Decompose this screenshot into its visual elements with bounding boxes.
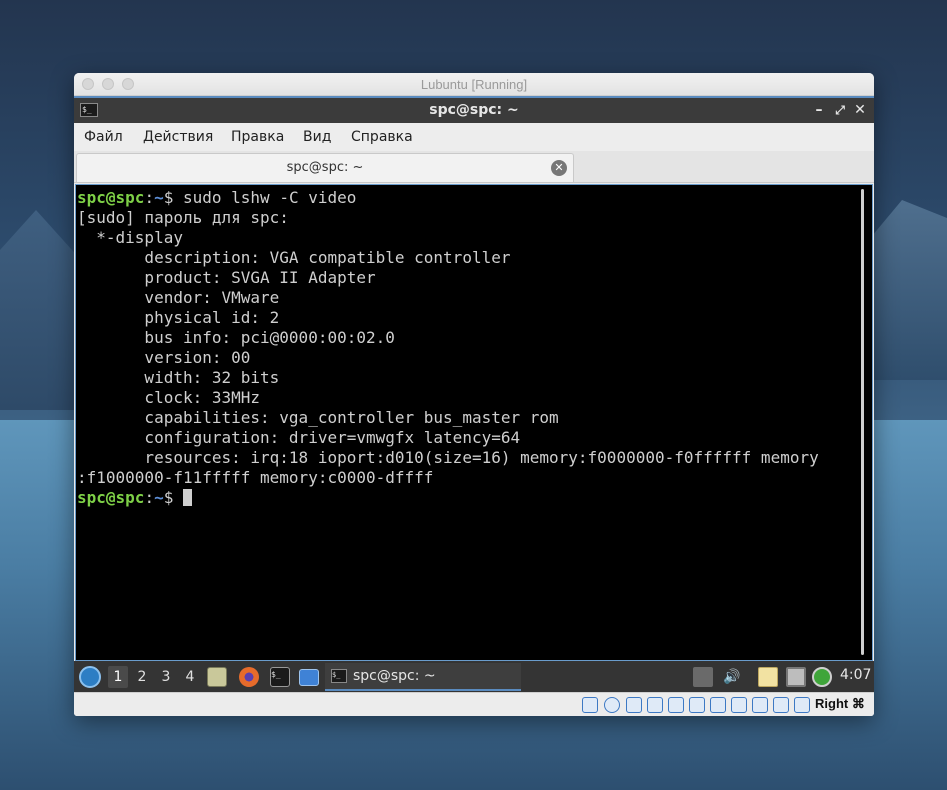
taskbar-panel: 1 2 3 4 $_ $_ spc@spc: ~ 🔊 4:07 (74, 661, 874, 693)
show-desktop-icon[interactable] (299, 669, 319, 686)
taskbar-item-label: spc@spc: ~ (353, 668, 436, 684)
lubuntu-start-icon[interactable] (79, 666, 101, 688)
output-line: clock: 33MHz (77, 388, 852, 408)
output-line: bus info: pci@0000:00:02.0 (77, 328, 852, 348)
file-manager-icon[interactable] (207, 667, 227, 687)
eject-icon[interactable] (693, 667, 713, 687)
keyboard-capture-icon[interactable] (794, 697, 810, 713)
menu-actions[interactable]: Действия (143, 129, 213, 145)
virtualbox-window: Lubuntu [Running] $_ spc@spc: ~ – ⤢ ✕ Фа… (74, 73, 874, 716)
terminal-launcher-icon[interactable]: $_ (270, 667, 290, 687)
terminal-title: spc@spc: ~ (74, 102, 874, 118)
prompt-dollar: $ (164, 488, 174, 507)
tab-bar: spc@spc: ~ ✕ (74, 151, 874, 183)
audio-icon[interactable] (626, 697, 642, 713)
menu-bar: Файл Действия Правка Вид Справка (74, 123, 874, 151)
command-text: sudo lshw -C video (173, 188, 356, 207)
output-line: vendor: VMware (77, 288, 852, 308)
usb-icon[interactable] (668, 697, 684, 713)
update-icon[interactable] (812, 667, 832, 687)
firefox-icon[interactable] (239, 667, 259, 687)
output-line: [sudo] пароль для spc: (77, 208, 852, 228)
host-key-label: Right ⌘ (815, 696, 865, 712)
terminal-window: $_ spc@spc: ~ – ⤢ ✕ Файл Действия Правка… (74, 96, 874, 661)
network-icon[interactable] (786, 667, 806, 687)
menu-help[interactable]: Справка (351, 129, 413, 145)
virtualbox-titlebar[interactable]: Lubuntu [Running] (74, 73, 874, 96)
virtualbox-title: Lubuntu [Running] (74, 77, 874, 92)
maximize-button[interactable]: ⤢ (831, 101, 849, 119)
prompt-path: ~ (154, 188, 164, 207)
command-line: spc@spc:~$ sudo lshw -C video (77, 188, 852, 208)
hard-disk-icon[interactable] (582, 697, 598, 713)
scrollbar-thumb[interactable] (861, 189, 864, 655)
cpu-icon[interactable] (752, 697, 768, 713)
text-cursor (183, 489, 192, 506)
display-icon[interactable] (710, 697, 726, 713)
recording-icon[interactable] (731, 697, 747, 713)
prompt-user: spc@spc (77, 488, 144, 507)
output-line: capabilities: vga_controller bus_master … (77, 408, 852, 428)
output-line: :f1000000-f11fffff memory:c0000-dffff (77, 468, 852, 488)
menu-edit[interactable]: Правка (231, 129, 284, 145)
taskbar-item-terminal[interactable]: $_ spc@spc: ~ (325, 663, 521, 691)
shared-folders-icon[interactable] (689, 697, 705, 713)
terminal-icon: $_ (331, 669, 347, 683)
close-button[interactable]: ✕ (851, 101, 869, 119)
prompt-separator: : (144, 188, 154, 207)
clock[interactable]: 4:07 (840, 667, 871, 683)
output-line: description: VGA compatible controller (77, 248, 852, 268)
virtualbox-status-bar: Right ⌘ (74, 692, 874, 716)
output-line: physical id: 2 (77, 308, 852, 328)
output-line: version: 00 (77, 348, 852, 368)
desktop-1-button[interactable]: 1 (108, 666, 128, 688)
menu-file[interactable]: Файл (84, 129, 123, 145)
output-line: width: 32 bits (77, 368, 852, 388)
output-line: resources: irq:18 ioport:d010(size=16) m… (77, 448, 852, 468)
tab-terminal[interactable]: spc@spc: ~ ✕ (76, 153, 574, 182)
network-adapter-icon[interactable] (647, 697, 663, 713)
tab-label: spc@spc: ~ (77, 160, 573, 175)
optical-drive-icon[interactable] (604, 697, 620, 713)
prompt-user: spc@spc (77, 188, 144, 207)
output-line: product: SVGA II Adapter (77, 268, 852, 288)
desktop-3-button[interactable]: 3 (156, 666, 176, 688)
clipboard-icon[interactable] (758, 667, 778, 687)
desktop-4-button[interactable]: 4 (180, 666, 200, 688)
terminal-output[interactable]: spc@spc:~$ sudo lshw -C video[sudo] паро… (75, 184, 873, 661)
desktop-2-button[interactable]: 2 (132, 666, 152, 688)
prompt-line: spc@spc:~$ (77, 488, 852, 508)
prompt-path: ~ (154, 488, 164, 507)
guest-display[interactable]: $_ spc@spc: ~ – ⤢ ✕ Файл Действия Правка… (74, 96, 874, 716)
output-line: *-display (77, 228, 852, 248)
mouse-integration-icon[interactable] (773, 697, 789, 713)
output-line: configuration: driver=vmwgfx latency=64 (77, 428, 852, 448)
terminal-text: spc@spc:~$ sudo lshw -C video[sudo] паро… (77, 188, 852, 508)
menu-view[interactable]: Вид (303, 129, 331, 145)
terminal-titlebar[interactable]: $_ spc@spc: ~ – ⤢ ✕ (74, 96, 874, 123)
volume-icon[interactable]: 🔊 (722, 667, 742, 687)
terminal-scrollbar[interactable] (852, 185, 872, 660)
prompt-separator: : (144, 488, 154, 507)
minimize-button[interactable]: – (810, 101, 828, 119)
prompt-dollar: $ (164, 188, 174, 207)
close-tab-icon[interactable]: ✕ (551, 160, 567, 176)
